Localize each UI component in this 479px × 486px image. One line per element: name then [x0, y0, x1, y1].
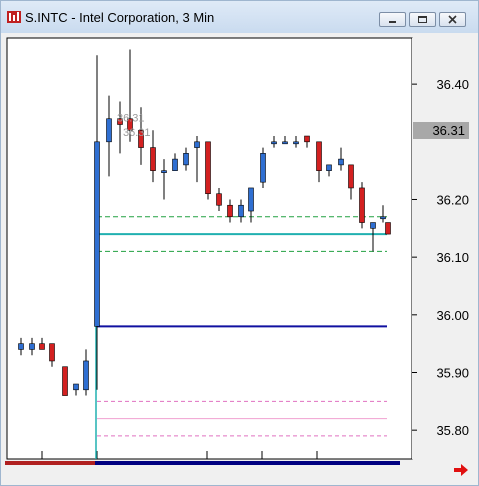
chart-window: S.INTC - Intel Corporation, 3 Min 36.40 3… [0, 0, 479, 486]
close-icon [448, 15, 457, 24]
candle-body [18, 343, 24, 350]
candle-body [39, 343, 45, 350]
candle-body [338, 158, 344, 166]
y-tick-label: 36.00 [436, 308, 469, 323]
candle-body [385, 222, 391, 235]
price-annotation: 36.31 [123, 127, 151, 139]
candle-body [94, 141, 100, 327]
candle-body [304, 135, 310, 143]
candlestick-chart[interactable]: 36.4036.2036.1036.0035.9035.8005:4521-23… [5, 35, 475, 463]
candle-body [62, 366, 68, 396]
candle-body [348, 164, 354, 189]
candle-body [248, 187, 254, 212]
candle-body [29, 343, 35, 350]
candle-body [370, 222, 376, 229]
candle-body [183, 153, 189, 166]
candle-body [359, 187, 365, 223]
y-tick-label: 36.10 [436, 250, 469, 265]
candle-body [150, 147, 156, 171]
candle-body [194, 141, 200, 148]
candle-body [172, 158, 178, 171]
scroll-right-arrow-icon[interactable] [453, 463, 469, 477]
candle-body [216, 193, 222, 206]
y-tick-label: 35.90 [436, 365, 469, 380]
candle-body [326, 164, 332, 171]
time-axis-bar [5, 461, 400, 465]
title-bar[interactable]: S.INTC - Intel Corporation, 3 Min [1, 1, 478, 33]
y-tick-label: 35.80 [436, 423, 469, 438]
candle-body [161, 170, 167, 173]
candle-body [293, 141, 299, 145]
candle-body [238, 204, 244, 218]
candle-body [227, 204, 233, 218]
minimize-button[interactable] [379, 12, 406, 27]
candle-body [106, 118, 112, 143]
candle-body [260, 153, 266, 183]
candle-body [49, 343, 55, 362]
candle-body [73, 383, 79, 391]
restore-button[interactable] [409, 12, 436, 27]
price-annotation: 36.31 [117, 113, 145, 125]
price-axis [412, 38, 475, 459]
window-title: S.INTC - Intel Corporation, 3 Min [25, 10, 215, 25]
y-tick-label: 36.20 [436, 192, 469, 207]
candle-body [205, 141, 211, 195]
chart-area[interactable]: 36.4036.2036.1036.0035.9035.8005:4521-23… [5, 35, 475, 463]
candle-body [282, 141, 288, 145]
minimize-icon [389, 21, 396, 23]
candle-body [83, 360, 89, 391]
candle-body [271, 141, 277, 145]
candle-body [316, 141, 322, 171]
close-button[interactable] [439, 12, 466, 27]
candle-body [380, 216, 386, 220]
y-tick-label: 36.40 [436, 77, 469, 92]
current-price-badge: 36.31 [413, 122, 469, 139]
restore-icon [418, 16, 427, 23]
chart-app-icon [7, 11, 21, 23]
